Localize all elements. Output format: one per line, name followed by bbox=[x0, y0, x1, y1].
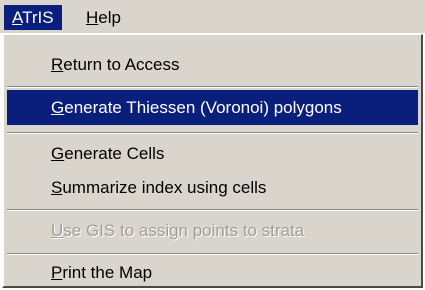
menu-atris-mnemonic: A bbox=[12, 8, 23, 27]
menu-item-mnemonic: R bbox=[51, 55, 64, 74]
menu-bar: ATrIS Help bbox=[0, 0, 425, 34]
menu-separator bbox=[7, 86, 418, 88]
menu-help-mnemonic: H bbox=[86, 8, 99, 27]
menu-help[interactable]: Help bbox=[78, 5, 129, 30]
menu-item-mnemonic: S bbox=[51, 178, 63, 197]
menu-item-return-to-access[interactable]: Return to Access bbox=[7, 47, 418, 82]
menu-item-label: se GIS to assign points to strata bbox=[63, 221, 305, 240]
menu-item-label: eturn to Access bbox=[63, 55, 180, 74]
menu-item-summarize-index[interactable]: Summarize index using cells bbox=[7, 170, 418, 205]
menu-item-mnemonic: G bbox=[51, 98, 65, 117]
menu-item-generate-thiessen-polygons[interactable]: Generate Thiessen (Voronoi) polygons bbox=[7, 90, 418, 125]
menu-separator bbox=[7, 209, 418, 211]
menu-item-label: rint the Map bbox=[62, 263, 153, 282]
menu-item-label: enerate Thiessen (Voronoi) polygons bbox=[64, 98, 342, 117]
menu-item-mnemonic: G bbox=[51, 144, 65, 163]
menu-help-label: elp bbox=[98, 8, 121, 27]
menu-separator bbox=[7, 132, 418, 134]
menu-atris-label: TrIS bbox=[22, 8, 54, 27]
menu-item-mnemonic: P bbox=[51, 263, 63, 282]
app-window: ATrIS Help Return to Access Generate Thi… bbox=[0, 0, 425, 290]
menu-atris[interactable]: ATrIS bbox=[4, 5, 62, 30]
menu-item-label: ummarize index using cells bbox=[62, 178, 267, 197]
menu-item-generate-cells[interactable]: Generate Cells bbox=[7, 136, 418, 171]
menu-item-mnemonic: U bbox=[51, 221, 64, 240]
menu-item-use-gis-assign-strata: Use GIS to assign points to strata bbox=[7, 213, 418, 248]
menu-item-label: enerate Cells bbox=[64, 144, 165, 163]
atris-dropdown-menu: Return to Access Generate Thiessen (Voro… bbox=[2, 34, 423, 288]
menu-item-print-the-map[interactable]: Print the Map bbox=[7, 255, 418, 290]
